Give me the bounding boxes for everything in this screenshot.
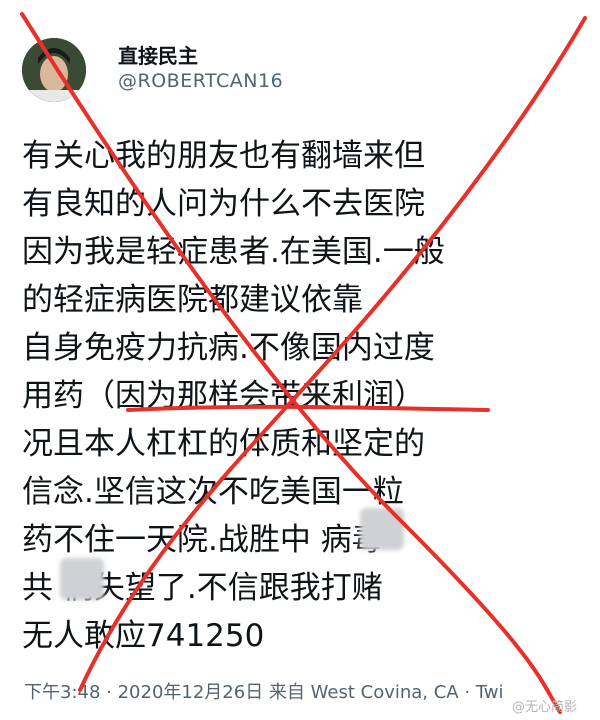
tweet-line: 用药（因为那样会带来利润）: [22, 378, 425, 414]
tweet-line: 自身免疫力抗病.不像国内过度: [22, 330, 435, 366]
tweet-line: 有良知的人问为什么不去医院: [22, 186, 425, 222]
tweet-line: 况且本人杠杠的体质和坚定的: [22, 426, 425, 462]
user-handle[interactable]: @ROBERTCAN16: [118, 70, 283, 92]
tweet-line: 药不住一天院.战胜中 病毒: [22, 522, 383, 558]
display-name[interactable]: 直接民主: [118, 40, 198, 69]
tweet-line: 共 们失望了.不信跟我打赌: [22, 570, 383, 606]
tweet-text: 有关心我的朋友也有翻墙来但 有良知的人问为什么不去医院 因为我是轻症患者.在美国…: [22, 132, 582, 660]
screenshot-page: 直接民主 @ROBERTCAN16 有关心我的朋友也有翻墙来但 有良知的人问为什…: [0, 0, 600, 720]
avatar[interactable]: [22, 38, 86, 102]
tweet-line: 的轻症病医院都建议依靠: [22, 282, 363, 318]
tweet-line: 无人敢应741250: [22, 618, 265, 654]
watermark: @无心简影: [512, 700, 578, 715]
censor-blur: [60, 558, 104, 600]
tweet-line: 因为我是轻症患者.在美国.一般: [22, 234, 445, 270]
tweet-line: 有关心我的朋友也有翻墙来但: [22, 138, 425, 174]
tweet-line: 信念.坚信这次不吃美国一粒: [22, 474, 404, 510]
tweet-timestamp[interactable]: 下午3:48 · 2020年12月26日 来自 West Covina, CA …: [24, 678, 504, 704]
censor-blur: [360, 508, 404, 550]
